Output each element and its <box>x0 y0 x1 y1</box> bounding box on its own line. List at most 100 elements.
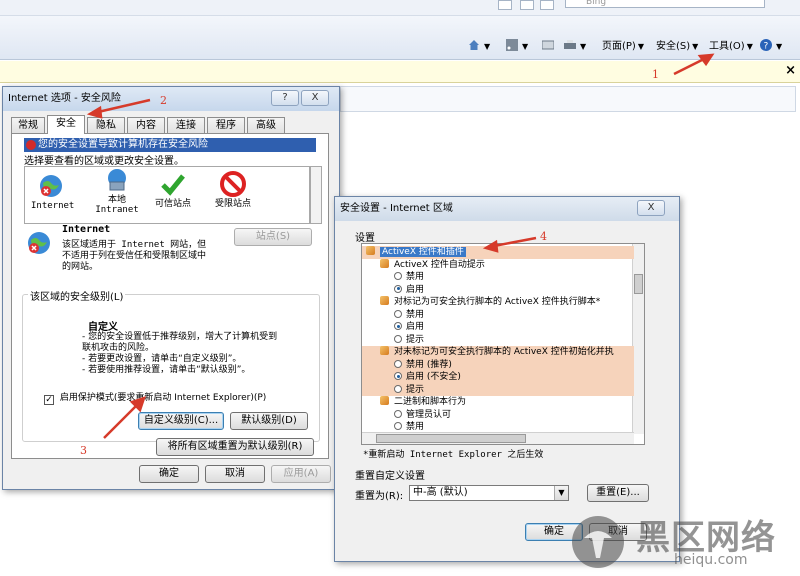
setting-label: 禁用 <box>406 272 425 282</box>
tab-connections[interactable]: 连接 <box>167 117 205 133</box>
command-bar: ▼ ▼ ▼ 页面(P) ▼ 安全(S) ▼ 工具(O) ▼ ? ▼ <box>0 16 800 60</box>
zone-label: Internet <box>31 201 75 211</box>
setting-label: 提示 <box>406 384 425 395</box>
setting-item[interactable]: 二进制和脚本行为 <box>362 396 466 409</box>
security-settings-titlebar: 安全设置 - Internet 区域 X <box>335 197 679 221</box>
zone-list: Internet 本地 Intranet 可信站点 受限站点 <box>24 166 310 224</box>
page-menu[interactable]: 页面(P) ▼ <box>602 39 644 55</box>
radio-button[interactable] <box>394 334 402 343</box>
setting-item[interactable]: 对未标记为可安全执行脚本的 ActiveX 控件初始化并执 <box>362 346 634 359</box>
radio-button[interactable] <box>394 284 402 293</box>
zone-local-intranet[interactable]: 本地 Intranet <box>95 167 139 215</box>
reset-all-zones-button[interactable]: 将所有区域重置为默认级别(R) <box>156 438 314 456</box>
tools-menu[interactable]: 工具(O) ▼ <box>709 39 753 55</box>
custom-line: 联机攻击的风险。 <box>82 343 155 353</box>
tree-horizontal-scrollbar[interactable] <box>362 432 634 444</box>
help-menu[interactable]: ? ▼ <box>760 39 782 55</box>
radio-button[interactable] <box>394 372 402 380</box>
setting-option[interactable]: 禁用 <box>362 309 424 322</box>
apply-button[interactable]: 应用(A) <box>271 465 331 483</box>
browser-top-strip: Bing <box>0 0 800 16</box>
tab-general[interactable]: 常规 <box>11 117 45 133</box>
toolbar-refresh-icon[interactable] <box>520 0 534 10</box>
custom-level-description: - 您的安全设置低于推荐级别，增大了计算机受到 联机攻击的风险。 - 若要更改设… <box>82 332 322 376</box>
zone-description: 该区域适用于 Internet 网站，但不适用于列在受信任和受限制区域中的网站。 <box>62 240 207 272</box>
home-button[interactable]: ▼ <box>468 39 490 55</box>
setting-option[interactable]: 提示 <box>362 383 634 396</box>
selected-zone-name: Internet <box>62 224 111 235</box>
zone-restricted-sites[interactable]: 受限站点 <box>211 171 255 209</box>
ok-button[interactable]: 确定 <box>139 465 199 483</box>
reset-group-label: 重置自定义设置 <box>355 471 425 482</box>
setting-option[interactable]: 启用 (不安全) <box>362 371 634 384</box>
radio-button[interactable] <box>394 309 402 318</box>
dialog-title: 安全设置 - Internet 区域 <box>340 203 453 214</box>
chevron-down-icon: ▼ <box>554 486 568 500</box>
setting-icon <box>380 396 389 405</box>
help-icon: ? <box>760 39 772 51</box>
help-button[interactable]: ? <box>271 90 299 106</box>
tab-programs[interactable]: 程序 <box>207 117 245 133</box>
protected-mode-checkbox[interactable]: ✓ <box>44 395 54 405</box>
setting-label: 二进制和脚本行为 <box>394 397 467 407</box>
annotation-4: 4 <box>540 230 547 243</box>
print-button[interactable]: ▼ <box>564 39 586 55</box>
intranet-icon <box>108 169 126 191</box>
radio-button[interactable] <box>394 359 402 368</box>
custom-level-button[interactable]: 自定义级别(C)... <box>138 412 224 430</box>
zone-internet[interactable]: Internet <box>31 173 75 211</box>
toolbar-stop-icon[interactable] <box>540 0 554 10</box>
setting-option[interactable]: 管理员认可 <box>362 409 451 422</box>
settings-tree[interactable]: ActiveX 控件和插件 ActiveX 控件自动提示 禁用 启用 对标记为可安全执行… <box>361 243 645 445</box>
svg-text:?: ? <box>764 42 769 52</box>
sites-button[interactable]: 站点(S) <box>234 228 312 246</box>
setting-label: 启用 <box>406 284 425 295</box>
toolbar-page-icon[interactable] <box>498 0 512 10</box>
radio-button[interactable] <box>394 384 402 393</box>
default-level-button[interactable]: 默认级别(D) <box>230 412 308 430</box>
home-icon <box>469 40 479 50</box>
close-icon[interactable]: × <box>785 63 796 78</box>
reset-level-value: 中-高 (默认) <box>413 487 468 498</box>
tree-vertical-scrollbar[interactable] <box>632 244 644 434</box>
page-content-frame <box>340 86 796 112</box>
setting-option[interactable]: 启用 <box>362 284 424 297</box>
tab-security[interactable]: 安全 <box>47 115 85 134</box>
radio-button[interactable] <box>394 422 402 430</box>
scroll-thumb[interactable] <box>376 434 526 443</box>
setting-item[interactable]: ActiveX 控件自动提示 <box>362 258 485 272</box>
security-risk-alert[interactable]: 您的安全设置导致计算机存在安全风险 <box>24 138 316 152</box>
safety-menu[interactable]: 安全(S) ▼ <box>656 39 698 55</box>
checkmark-icon <box>161 174 185 196</box>
radio-button[interactable] <box>394 322 402 330</box>
setting-option[interactable]: 禁用 <box>362 271 424 284</box>
tab-advanced[interactable]: 高级 <box>247 117 285 133</box>
setting-label: 提示 <box>406 334 425 345</box>
zone-list-scrollbar[interactable] <box>310 166 322 224</box>
setting-option[interactable]: 提示 <box>362 334 424 347</box>
settings-label: 设置 <box>355 233 375 244</box>
setting-category[interactable]: ActiveX 控件和插件 <box>362 246 634 259</box>
radio-button[interactable] <box>394 409 402 418</box>
setting-option[interactable]: 禁用 (推荐) <box>362 358 634 371</box>
zone-label: 可信站点 <box>154 199 191 209</box>
setting-item[interactable]: 对标记为可安全执行脚本的 ActiveX 控件执行脚本* <box>362 296 600 309</box>
radio-button[interactable] <box>394 272 402 280</box>
reset-level-select[interactable]: 中-高 (默认) ▼ <box>409 485 569 501</box>
feeds-button[interactable]: ▼ <box>506 39 528 55</box>
globe-icon <box>40 175 62 197</box>
scroll-thumb[interactable] <box>634 274 643 294</box>
tab-content[interactable]: 内容 <box>127 117 165 133</box>
search-input[interactable]: Bing <box>565 0 765 8</box>
reset-button[interactable]: 重置(E)... <box>587 484 649 502</box>
close-button[interactable]: X <box>637 200 665 216</box>
tab-privacy[interactable]: 隐私 <box>87 117 125 133</box>
close-button[interactable]: X <box>301 90 329 106</box>
cancel-button[interactable]: 取消 <box>205 465 265 483</box>
mail-button[interactable] <box>542 39 556 55</box>
zone-trusted-sites[interactable]: 可信站点 <box>151 171 195 209</box>
custom-line: - 若要使用推荐设置，请单击“默认级别”。 <box>82 365 251 375</box>
setting-option[interactable]: 禁用 <box>362 421 424 434</box>
setting-option[interactable]: 启用 <box>362 321 424 334</box>
setting-label: 对未标记为可安全执行脚本的 ActiveX 控件初始化并执 <box>394 347 614 357</box>
